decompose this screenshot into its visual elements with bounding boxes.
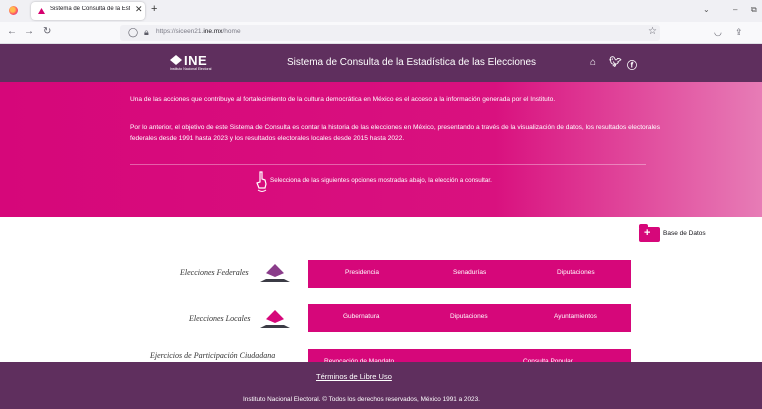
federal-diamond-icon: [260, 264, 290, 284]
intro-paragraph-2: Por lo anterior, el objetivo de este Sis…: [130, 124, 660, 142]
intro-banner: Una de las acciones que contribuye al fo…: [0, 82, 762, 217]
site-header: INE Instituto Nacional Electoral Sistema…: [0, 44, 762, 82]
twitter-icon[interactable]: 🐦︎: [609, 57, 622, 68]
firefox-icon: [9, 6, 18, 15]
federal-options-bar: Presidencia Senadurías Diputaciones: [308, 260, 631, 288]
minimize-icon[interactable]: –: [733, 5, 737, 14]
lock-icon[interactable]: 🔒︎: [144, 27, 149, 38]
new-tab-button[interactable]: +: [151, 3, 157, 15]
option-gubernatura[interactable]: Gubernatura: [343, 313, 380, 320]
local-elections-label: Elecciones Locales: [189, 314, 251, 323]
logo-subtitle: Instituto Nacional Electoral: [170, 67, 212, 71]
database-folder-icon: [639, 224, 660, 242]
divider: [130, 164, 646, 165]
browser-tab[interactable]: Sistema de Consulta de la Estad ✕: [31, 2, 145, 20]
site-title: Sistema de Consulta de la Estadística de…: [287, 57, 537, 68]
share-icon[interactable]: ⇪: [735, 27, 743, 38]
reload-icon[interactable]: ↻: [43, 26, 51, 37]
option-diputaciones-federal[interactable]: Diputaciones: [557, 269, 595, 276]
home-icon[interactable]: ⌂: [590, 57, 596, 68]
list-tabs-icon[interactable]: ⌄: [703, 5, 710, 14]
intro-paragraph-1: Una de las acciones que contribuye al fo…: [130, 96, 556, 103]
logo-word: INE: [184, 53, 208, 68]
tab-close-icon[interactable]: ✕: [135, 4, 143, 15]
option-ayuntamientos[interactable]: Ayuntamientos: [554, 313, 597, 320]
url-text: https://siceen21.ine.mx/home: [156, 28, 241, 35]
option-presidencia[interactable]: Presidencia: [345, 269, 379, 276]
bookmark-star-icon[interactable]: ☆: [648, 26, 657, 37]
local-diamond-icon: [260, 310, 290, 330]
address-bar[interactable]: ◯ 🔒︎ https://siceen21.ine.mx/home ☆: [120, 25, 660, 41]
facebook-icon[interactable]: ⓕ: [627, 57, 637, 72]
ine-diamond-icon: [170, 55, 182, 65]
federal-elections-label: Elecciones Federales: [180, 268, 249, 277]
option-senadurias[interactable]: Senadurías: [453, 269, 486, 276]
shield-icon[interactable]: ◯: [128, 27, 138, 38]
ine-logo[interactable]: INE Instituto Nacional Electoral: [170, 53, 220, 73]
back-icon[interactable]: ←: [7, 26, 17, 37]
ine-favicon-icon: [38, 8, 45, 14]
forward-icon[interactable]: →: [24, 26, 34, 37]
terms-link[interactable]: Términos de Libre Uso: [316, 372, 392, 381]
local-options-bar: Gubernatura Diputaciones Ayuntamientos: [308, 304, 631, 332]
database-label: Base de Datos: [663, 230, 706, 237]
selection-hint: Selecciona de las siguientes opciones mo…: [270, 177, 492, 184]
election-options: Base de Datos Elecciones Federales Presi…: [0, 217, 762, 377]
option-diputaciones-local[interactable]: Diputaciones: [450, 313, 488, 320]
pointing-hand-icon: [256, 171, 267, 192]
pocket-icon[interactable]: ◡: [714, 27, 722, 38]
tab-title: Sistema de Consulta de la Estad: [50, 6, 130, 12]
copyright-text: Instituto Nacional Electoral. © Todos lo…: [243, 396, 480, 403]
browser-nav-bar: ← → ↻ ◯ 🔒︎ https://siceen21.ine.mx/home …: [0, 22, 762, 44]
participation-label: Ejercicios de Participación Ciudadana: [150, 351, 276, 360]
site-footer: Términos de Libre Uso Instituto Nacional…: [0, 362, 762, 409]
browser-tab-strip: Sistema de Consulta de la Estad ✕ + ⌄ – …: [0, 0, 762, 22]
maximize-icon[interactable]: ⧉: [751, 5, 757, 15]
